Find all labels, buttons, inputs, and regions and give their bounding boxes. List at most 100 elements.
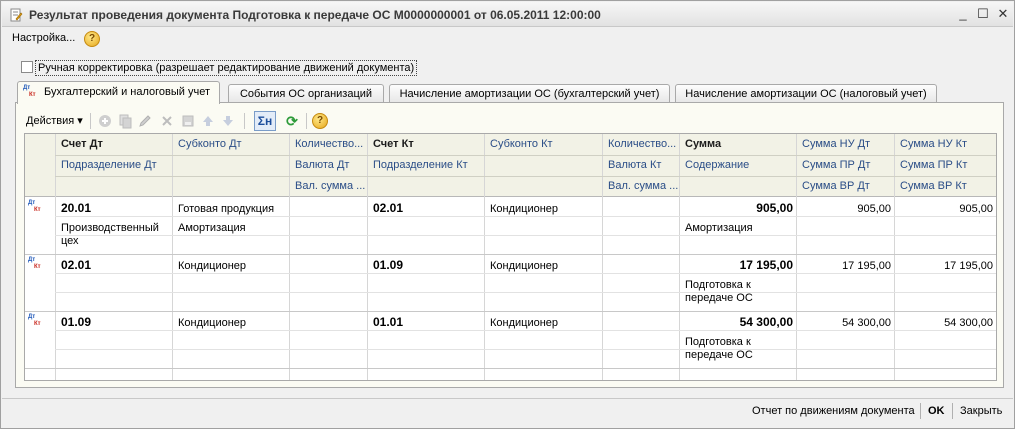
column-divider xyxy=(172,134,173,380)
col-header-subconto-dt[interactable]: Субконто Дт xyxy=(173,134,289,155)
sum-nu-kt: 17 195,00 xyxy=(944,260,993,272)
add-row-icon[interactable] xyxy=(97,113,113,129)
col-header-currency-kt[interactable]: Валюта Кт xyxy=(603,155,679,176)
tab-depreciation-accounting[interactable]: Начисление амортизации ОС (бухгалтерский… xyxy=(389,84,670,103)
edit-pencil-icon[interactable] xyxy=(137,113,153,129)
col-header-department-dt[interactable]: Подразделение Дт xyxy=(56,155,172,176)
subconto-dt: Кондиционер xyxy=(178,260,247,272)
content: Подготовка к передаче ОС xyxy=(685,279,753,304)
col-header-currency-sum-kt[interactable]: Вал. сумма ... xyxy=(603,176,679,197)
sum-nu-dt: 54 300,00 xyxy=(842,317,891,329)
account-kt: 02.01 xyxy=(373,202,404,215)
dt-kt-icon: Дт Кт xyxy=(23,85,36,98)
actions-label: Действия xyxy=(26,115,75,127)
sum-nu-kt: 54 300,00 xyxy=(944,317,993,329)
dt-kt-icon: Дт Кт xyxy=(28,200,41,213)
subconto-dt: Готовая продукция xyxy=(178,203,275,215)
sum-nu-kt: 905,00 xyxy=(959,203,993,215)
col-header-sum-vr-kt[interactable]: Сумма ВР Кт xyxy=(895,176,996,197)
manual-correction-label[interactable]: Ручная корректировка (разрешает редактир… xyxy=(35,60,418,76)
dt-kt-icon: Дт Кт xyxy=(28,314,41,327)
postings-table: Счет Дт Субконто Дт Количество... Счет К… xyxy=(24,133,997,381)
department-dt: Производственный цех xyxy=(61,222,159,247)
window-title: Результат проведения документа Подготовк… xyxy=(29,8,601,22)
tab-panel: Действия ▾ Σн ⟳ ? Счет Дт Субконто Дт Ко… xyxy=(15,102,1004,388)
col-header-quantity-kt[interactable]: Количество... xyxy=(603,134,679,155)
content: Амортизация xyxy=(685,222,753,234)
delete-icon[interactable] xyxy=(159,113,175,129)
help-icon[interactable]: ? xyxy=(84,31,100,47)
sum-nu-dt: 905,00 xyxy=(857,203,891,215)
command-divider xyxy=(952,403,953,419)
row-divider xyxy=(25,311,996,312)
tab-label: Бухгалтерский и налоговый учет xyxy=(44,86,211,98)
grid-toolbar: Действия ▾ Σн ⟳ ? xyxy=(22,110,422,132)
account-kt: 01.01 xyxy=(373,316,404,329)
sum-nu-toggle-button[interactable]: Σн xyxy=(254,111,276,131)
account-kt: 01.09 xyxy=(373,259,404,272)
settings-menu[interactable]: Настройка... xyxy=(12,32,75,44)
subconto-dt: Кондиционер xyxy=(178,317,247,329)
close-button[interactable]: ✕ xyxy=(994,5,1012,23)
menu-bar: Настройка... ? xyxy=(2,28,1013,50)
account-dt: 20.01 xyxy=(61,202,92,215)
col-header-currency-sum-dt[interactable]: Вал. сумма ... xyxy=(290,176,367,197)
subconto-kt: Кондиционер xyxy=(490,317,559,329)
subconto-dt-2: Амортизация xyxy=(178,222,246,234)
subconto-kt: Кондиционер xyxy=(490,260,559,272)
minimize-button[interactable]: _ xyxy=(954,5,972,23)
document-edit-icon xyxy=(10,8,23,22)
toolbar-divider xyxy=(90,113,91,129)
subrow-divider xyxy=(55,349,996,350)
refresh-icon[interactable]: ⟳ xyxy=(284,113,300,129)
maximize-button[interactable]: ☐ xyxy=(974,5,992,23)
title-bar: Результат проведения документа Подготовк… xyxy=(2,2,1013,27)
copy-row-icon[interactable] xyxy=(117,113,133,129)
sum-nu-dt: 17 195,00 xyxy=(842,260,891,272)
command-divider xyxy=(920,403,921,419)
tab-depreciation-tax[interactable]: Начисление амортизации ОС (налоговый уче… xyxy=(675,84,937,103)
toolbar-divider xyxy=(306,113,307,129)
col-header-sum-vr-dt[interactable]: Сумма ВР Дт xyxy=(797,176,894,197)
actions-menu-button[interactable]: Действия ▾ xyxy=(26,114,83,127)
ok-button[interactable]: OK xyxy=(928,405,945,417)
col-header-account-kt[interactable]: Счет Кт xyxy=(368,134,484,155)
close-window-button[interactable]: Закрыть xyxy=(960,405,1002,417)
col-header-sum-nu-kt[interactable]: Сумма НУ Кт xyxy=(895,134,996,155)
manual-correction-checkbox[interactable] xyxy=(21,61,33,73)
account-dt: 01.09 xyxy=(61,316,92,329)
col-header-sum-pr-dt[interactable]: Сумма ПР Дт xyxy=(797,155,894,176)
subrow-divider xyxy=(55,330,996,331)
col-header-content[interactable]: Содержание xyxy=(680,155,796,176)
col-header-department-kt[interactable]: Подразделение Кт xyxy=(368,155,484,176)
sum: 17 195,00 xyxy=(739,259,793,272)
chevron-down-icon: ▾ xyxy=(77,115,83,127)
movements-report-button[interactable]: Отчет по движениям документа xyxy=(752,405,915,417)
toolbar-divider xyxy=(244,113,245,129)
col-header-sum-nu-dt[interactable]: Сумма НУ Дт xyxy=(797,134,894,155)
tab-accounting-tax[interactable]: Дт Кт Бухгалтерский и налоговый учет xyxy=(17,81,220,104)
subrow-divider xyxy=(55,216,996,217)
move-down-icon[interactable] xyxy=(220,113,236,129)
dt-kt-icon: Дт Кт xyxy=(28,257,41,270)
end-edit-icon[interactable] xyxy=(180,113,196,129)
sum: 54 300,00 xyxy=(739,316,793,329)
col-header-sum[interactable]: Сумма xyxy=(680,134,796,155)
bottom-command-bar: Отчет по движениям документа OK Закрыть xyxy=(2,398,1013,424)
account-dt: 02.01 xyxy=(61,259,92,272)
column-divider xyxy=(484,134,485,380)
row-divider xyxy=(25,368,996,369)
subconto-kt: Кондиционер xyxy=(490,203,559,215)
col-header-sum-pr-kt[interactable]: Сумма ПР Кт xyxy=(895,155,996,176)
tab-fixed-asset-events[interactable]: События ОС организаций xyxy=(228,84,384,103)
toolbar-help-icon[interactable]: ? xyxy=(312,113,328,129)
content: Подготовка к передаче ОС xyxy=(685,336,753,361)
col-header-subconto-kt[interactable]: Субконто Кт xyxy=(485,134,602,155)
col-header-currency-dt[interactable]: Валюта Дт xyxy=(290,155,367,176)
subrow-divider xyxy=(55,235,996,236)
subrow-divider xyxy=(55,292,996,293)
col-header-account-dt[interactable]: Счет Дт xyxy=(56,134,172,155)
document-result-window: Результат проведения документа Подготовк… xyxy=(0,0,1015,429)
move-up-icon[interactable] xyxy=(200,113,216,129)
col-header-quantity-dt[interactable]: Количество... xyxy=(290,134,367,155)
